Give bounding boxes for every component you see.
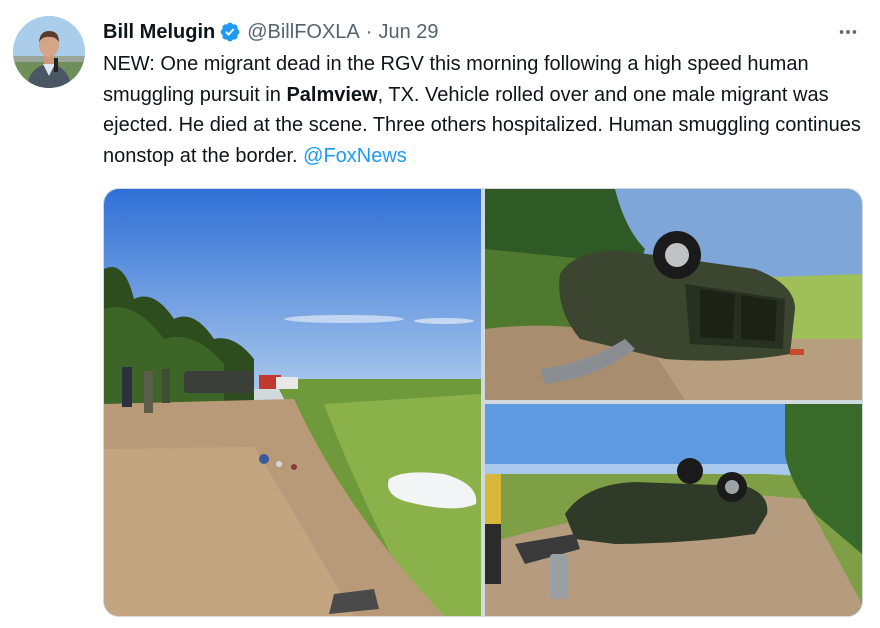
tweet-date[interactable]: Jun 29	[378, 21, 438, 44]
tweet-header: Bill Melugin @BillFOXLA · Jun 29	[103, 18, 880, 46]
author-handle[interactable]: @BillFOXLA	[247, 21, 360, 44]
verified-badge-icon	[219, 21, 241, 43]
avatar-image	[13, 16, 85, 88]
location-bold: Palmview	[286, 83, 378, 106]
more-options-button[interactable]	[834, 18, 862, 46]
photo-overturned-vehicle-road[interactable]	[485, 404, 862, 616]
photo-road-scene[interactable]	[104, 189, 481, 616]
photo-overturned-vehicle-close[interactable]	[485, 189, 862, 400]
mention-link[interactable]: @FoxNews	[303, 145, 407, 167]
more-options-icon	[839, 30, 857, 34]
tweet-text: NEW: One migrant dead in the RGV this mo…	[103, 49, 863, 171]
header-separator: ·	[365, 20, 373, 43]
media-grid	[103, 188, 863, 617]
author-name[interactable]: Bill Melugin	[103, 21, 215, 44]
avatar[interactable]	[13, 16, 85, 88]
